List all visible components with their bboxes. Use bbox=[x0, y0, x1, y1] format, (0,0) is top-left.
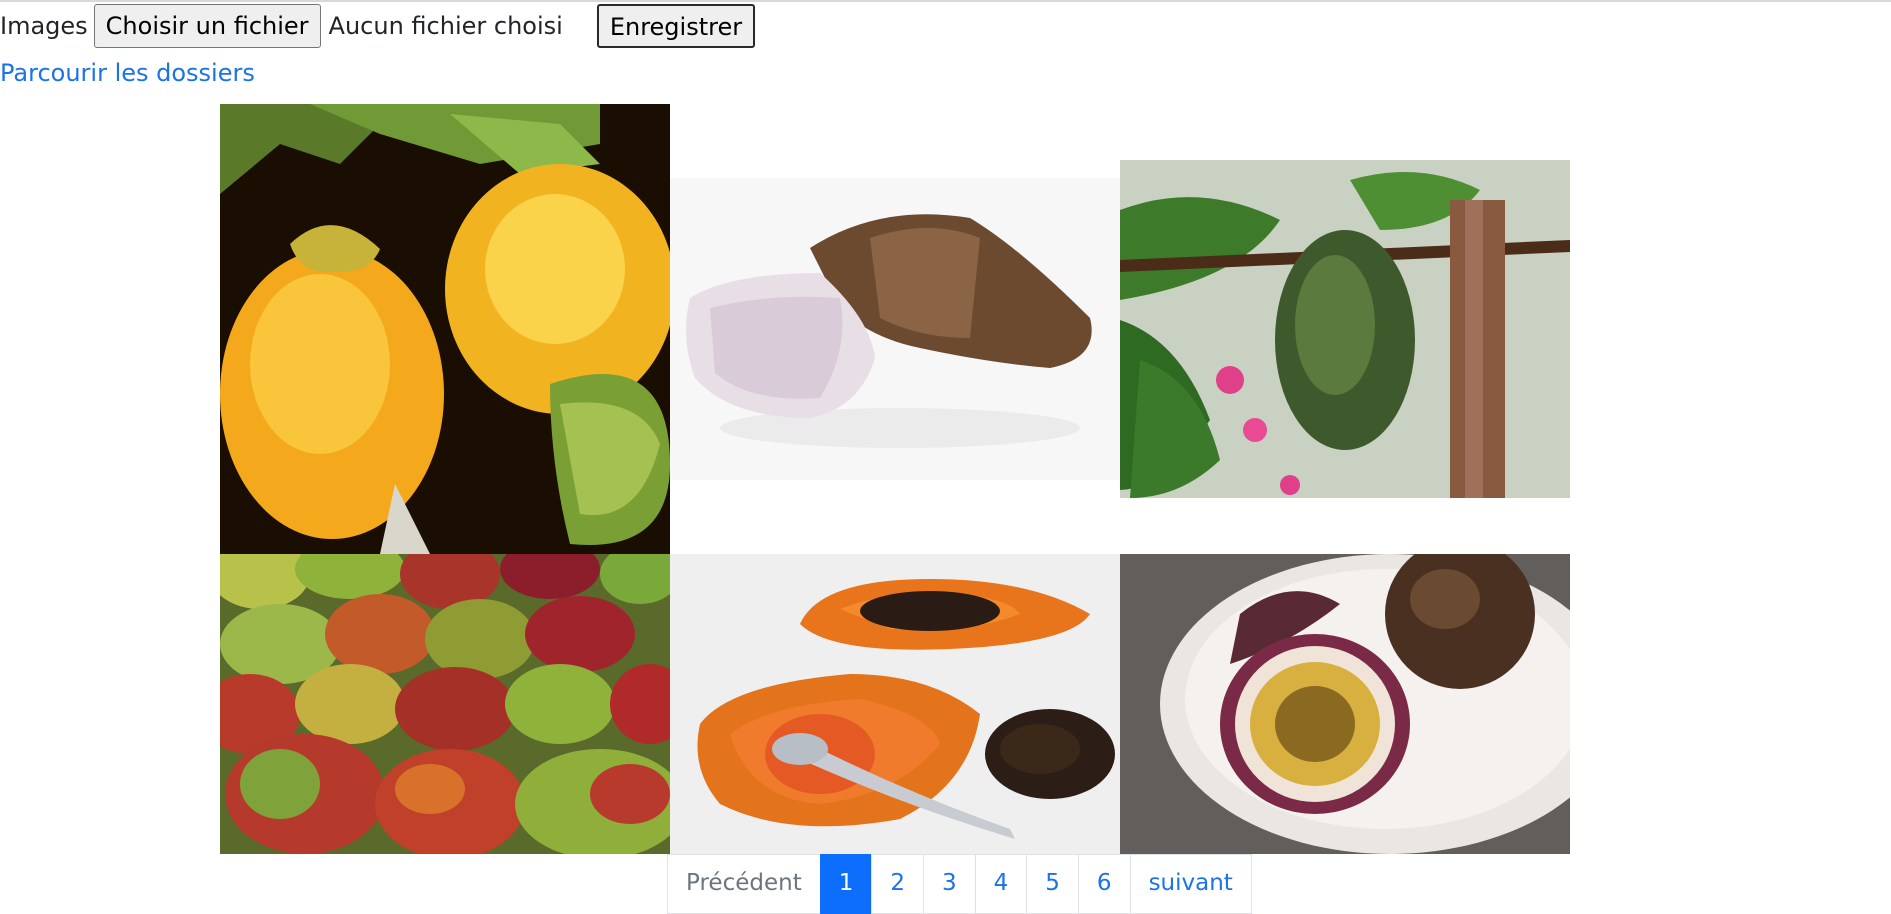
no-file-chosen-text: Aucun fichier choisi bbox=[328, 12, 563, 40]
save-button[interactable]: Enregistrer bbox=[596, 4, 756, 48]
browse-folders-link[interactable]: Parcourir les dossiers bbox=[0, 59, 255, 87]
page-button-4[interactable]: 4 bbox=[974, 854, 1028, 914]
papaya-image bbox=[670, 554, 1120, 854]
soursop-image bbox=[1120, 160, 1570, 498]
mangoes-image bbox=[220, 554, 670, 854]
upload-form: Images Choisir un fichier Aucun fichier … bbox=[0, 3, 756, 49]
images-label: Images bbox=[0, 12, 88, 40]
page-button-1[interactable]: 1 bbox=[819, 854, 873, 914]
taro-root-image bbox=[670, 178, 1120, 480]
passion-fruit-image bbox=[1120, 554, 1570, 854]
top-divider bbox=[0, 0, 1891, 2]
page-button-3[interactable]: 3 bbox=[923, 854, 976, 914]
gallery-image-passion-fruit[interactable] bbox=[1120, 554, 1570, 854]
previous-page-button: Précédent bbox=[667, 854, 821, 914]
gallery-image-mangoes[interactable] bbox=[220, 554, 670, 854]
image-gallery bbox=[220, 104, 1570, 854]
choose-file-button[interactable]: Choisir un fichier bbox=[93, 4, 321, 48]
page-button-2[interactable]: 2 bbox=[871, 854, 924, 914]
gallery-image-taro-root[interactable] bbox=[670, 178, 1120, 480]
next-page-button[interactable]: suivant bbox=[1129, 854, 1252, 914]
pagination: Précédent 1 2 3 4 5 6 suivant bbox=[667, 854, 1252, 914]
page-button-5[interactable]: 5 bbox=[1026, 854, 1079, 914]
persimmons-image bbox=[220, 104, 670, 554]
gallery-image-papaya[interactable] bbox=[670, 554, 1120, 854]
gallery-image-persimmons[interactable] bbox=[220, 104, 670, 554]
gallery-image-soursop[interactable] bbox=[1120, 160, 1570, 498]
page-button-6[interactable]: 6 bbox=[1077, 854, 1131, 914]
